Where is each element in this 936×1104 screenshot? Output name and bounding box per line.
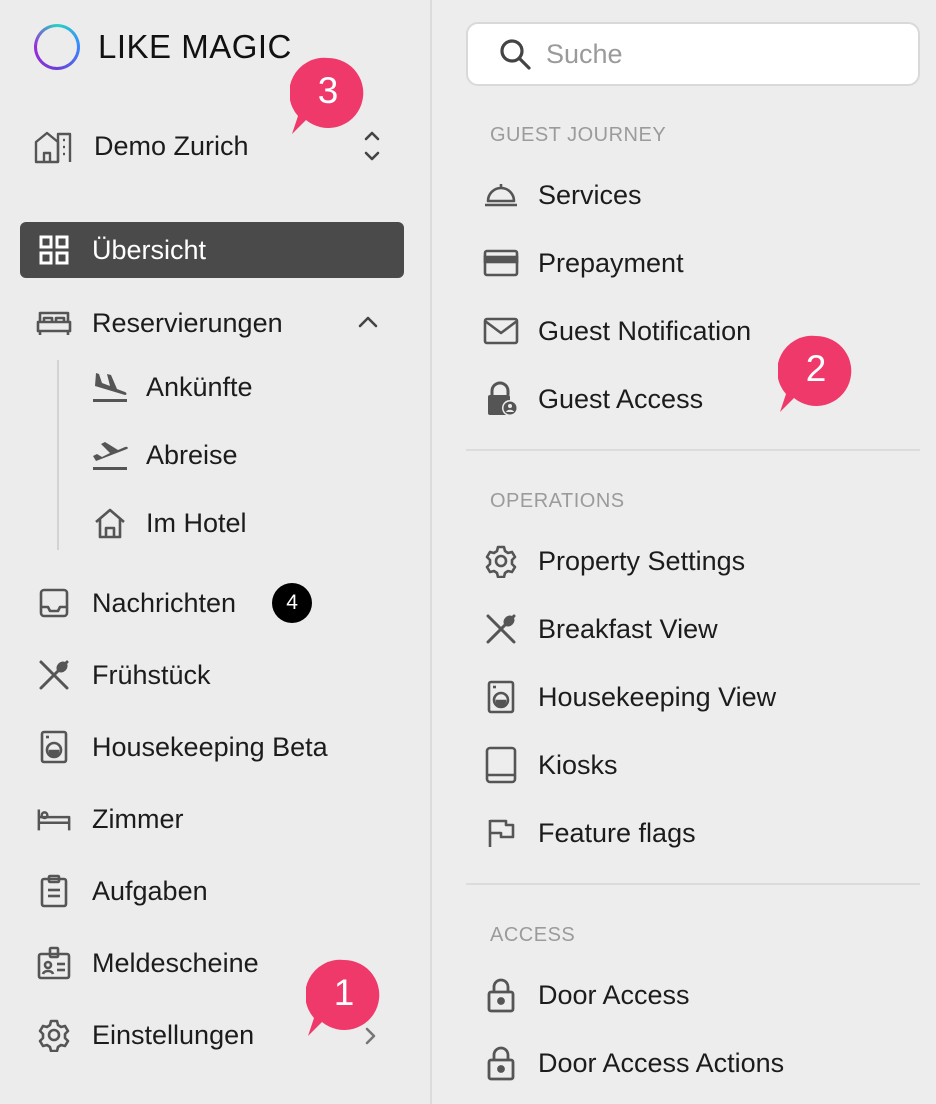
submenu-line	[57, 360, 59, 550]
menu-feature-flags[interactable]: Feature flags	[482, 808, 696, 858]
search-icon	[498, 37, 532, 71]
divider	[466, 883, 920, 885]
gear-icon	[482, 542, 520, 580]
chevron-up-icon[interactable]	[356, 310, 380, 334]
id-badge-icon	[36, 945, 72, 981]
fork-spoon-icon	[36, 657, 72, 693]
messages-count-badge: 4	[272, 583, 313, 623]
settings-panel: GUEST JOURNEY Services Prepayment Guest …	[434, 0, 936, 1104]
search-box[interactable]	[466, 22, 920, 86]
menu-guest-notification[interactable]: Guest Notification	[482, 306, 751, 356]
logo-text: LIKE MAGIC	[98, 28, 292, 65]
plane-takeoff-icon	[90, 435, 130, 475]
nav-tasks[interactable]: Aufgaben	[20, 863, 404, 919]
menu-door-access-actions[interactable]: Door Access Actions	[482, 1038, 784, 1088]
service-bell-icon	[482, 176, 520, 214]
nav-overview-label: Übersicht	[92, 234, 207, 265]
nav-in-hotel[interactable]: Im Hotel	[90, 495, 247, 551]
annotation-number: 3	[317, 70, 339, 111]
nav-in-hotel-label: Im Hotel	[146, 507, 247, 538]
nav-arrivals-label: Ankünfte	[146, 371, 253, 402]
annotation-bubble-3: 3	[290, 56, 366, 134]
menu-property-settings-label: Property Settings	[538, 545, 746, 576]
menu-guest-access[interactable]: Guest Access	[482, 374, 703, 424]
nav-breakfast[interactable]: Frühstück	[20, 647, 404, 703]
menu-door-access-actions-label: Door Access Actions	[538, 1047, 785, 1078]
nav-messages[interactable]: Nachrichten 4	[20, 575, 404, 631]
logo: LIKE MAGIC	[34, 24, 292, 70]
inbox-icon	[36, 585, 72, 621]
annotation-number: 1	[333, 972, 355, 1013]
nav-messages-label: Nachrichten	[92, 587, 237, 618]
nav-departures-label: Abreise	[146, 439, 238, 470]
nav-arrivals[interactable]: Ankünfte	[90, 359, 253, 415]
flag-icon	[482, 814, 520, 852]
envelope-icon	[482, 312, 520, 350]
nav-tasks-label: Aufgaben	[92, 875, 208, 906]
washing-machine-icon	[482, 678, 520, 716]
menu-services[interactable]: Services	[482, 170, 642, 220]
search-input[interactable]	[546, 38, 906, 70]
lock-user-icon	[482, 380, 520, 418]
logo-ring-icon	[34, 24, 80, 70]
section-heading-guest-journey: GUEST JOURNEY	[490, 124, 667, 146]
nav-rooms[interactable]: Zimmer	[20, 791, 404, 847]
annotation-bubble-1: 1	[306, 958, 382, 1036]
lock-icon	[482, 976, 520, 1014]
grid-icon	[36, 232, 72, 268]
lock-icon	[482, 1044, 520, 1082]
menu-housekeeping-view[interactable]: Housekeeping View	[482, 672, 776, 722]
nav-reservations[interactable]: Reservierungen	[20, 295, 404, 351]
menu-feature-flags-label: Feature flags	[538, 817, 696, 848]
menu-kiosks-label: Kiosks	[538, 749, 618, 780]
fork-spoon-icon	[482, 610, 520, 648]
nav-rooms-label: Zimmer	[92, 803, 184, 834]
plane-landing-icon	[90, 367, 130, 407]
nav-registration-label: Meldescheine	[92, 947, 259, 978]
tablet-icon	[482, 746, 520, 784]
clipboard-icon	[36, 873, 72, 909]
washing-machine-icon	[36, 729, 72, 765]
nav-breakfast-label: Frühstück	[92, 659, 211, 690]
credit-card-icon	[482, 244, 520, 282]
section-heading-operations: OPERATIONS	[490, 490, 625, 512]
building-icon	[34, 128, 72, 164]
nav-housekeeping[interactable]: Housekeeping Beta	[20, 719, 404, 775]
main-sidebar: LIKE MAGIC Demo Zurich Übersicht Reservi…	[0, 0, 432, 1104]
menu-guest-access-label: Guest Access	[538, 383, 704, 414]
menu-property-settings[interactable]: Property Settings	[482, 536, 745, 586]
menu-breakfast-view-label: Breakfast View	[538, 613, 718, 644]
section-heading-access: ACCESS	[490, 924, 576, 946]
home-icon	[90, 503, 130, 543]
menu-door-access-label: Door Access	[538, 979, 690, 1010]
menu-guest-notification-label: Guest Notification	[538, 315, 752, 346]
property-name: Demo Zurich	[94, 130, 249, 161]
bed-icon	[36, 305, 72, 341]
annotation-bubble-2: 2	[778, 334, 854, 412]
menu-kiosks[interactable]: Kiosks	[482, 740, 618, 790]
menu-prepayment[interactable]: Prepayment	[482, 238, 684, 288]
nav-overview[interactable]: Übersicht	[20, 222, 404, 278]
nav-housekeeping-label: Housekeeping Beta	[92, 731, 328, 762]
bed-single-icon	[36, 801, 72, 837]
nav-settings-label: Einstellungen	[92, 1019, 255, 1050]
nav-departures[interactable]: Abreise	[90, 427, 238, 483]
menu-prepayment-label: Prepayment	[538, 247, 684, 278]
annotation-number: 2	[805, 348, 827, 389]
nav-reservations-label: Reservierungen	[92, 307, 283, 338]
menu-breakfast-view[interactable]: Breakfast View	[482, 604, 718, 654]
menu-housekeeping-view-label: Housekeeping View	[538, 681, 777, 712]
divider	[466, 449, 920, 451]
menu-door-access[interactable]: Door Access	[482, 970, 690, 1020]
menu-services-label: Services	[538, 179, 642, 210]
gear-icon	[36, 1017, 72, 1053]
